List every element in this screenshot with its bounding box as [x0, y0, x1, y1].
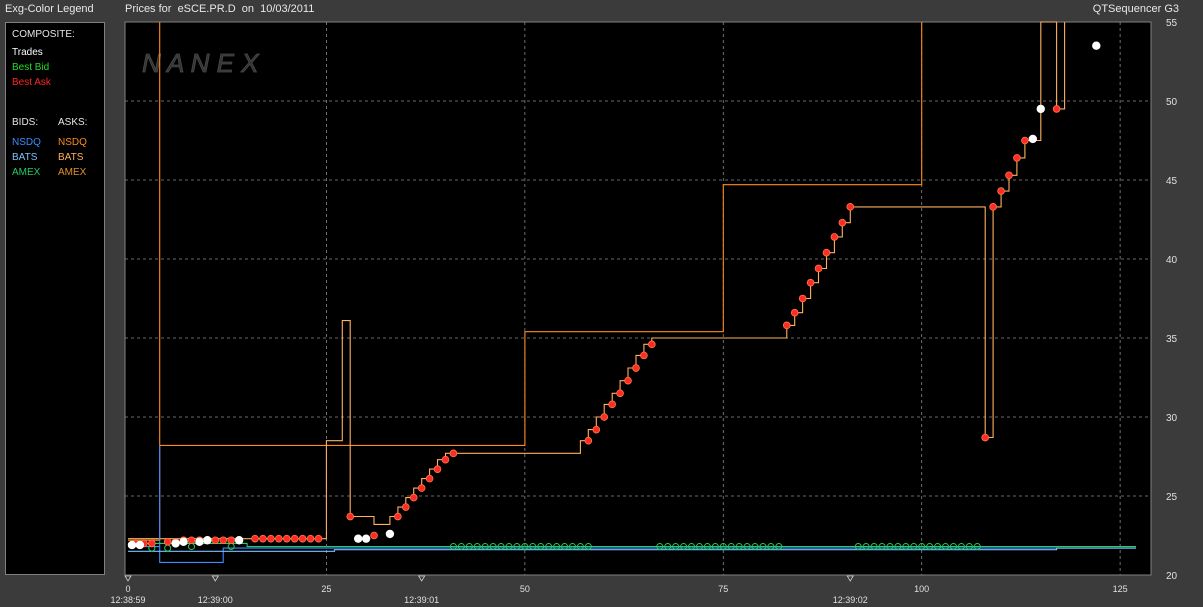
best-ask-marker	[433, 465, 442, 473]
best-ask-marker	[997, 187, 1005, 195]
y-tick-label: 20	[1166, 571, 1178, 582]
best-ask-marker	[290, 534, 299, 543]
best-ask-marker	[441, 455, 450, 464]
best-ask-marker	[632, 364, 640, 372]
y-tick-label: 30	[1166, 413, 1178, 424]
trade-marker	[1092, 41, 1101, 50]
best-ask-marker	[449, 449, 458, 458]
time-tick-marker	[124, 575, 132, 582]
trade-marker	[361, 534, 371, 543]
trade-marker	[127, 540, 137, 550]
trade-marker	[385, 529, 395, 539]
best-ask-marker	[148, 539, 156, 548]
best-ask-marker	[822, 248, 831, 257]
best-ask-marker	[648, 340, 656, 349]
trade-marker	[1028, 134, 1038, 144]
plot-background	[124, 21, 1152, 576]
best-ask-marker	[401, 503, 410, 511]
trade-marker	[179, 537, 188, 547]
trade-marker	[171, 539, 180, 548]
time-label: 12:39:00	[198, 595, 233, 605]
best-ask-marker	[640, 351, 648, 360]
best-ask-marker	[1052, 105, 1061, 113]
best-ask-marker	[989, 203, 997, 211]
trade-marker	[195, 537, 204, 547]
best-ask-marker	[417, 484, 426, 492]
best-ask-marker	[981, 433, 989, 442]
price-chart: N A N E X 20253035404550550 25 50 75 100 1251…	[110, 18, 1178, 605]
time-label: 12:39:01	[404, 595, 439, 605]
x-tick-label: 50	[520, 584, 530, 594]
best-ask-marker	[163, 538, 172, 546]
y-tick-label: 45	[1166, 176, 1178, 187]
best-ask-marker	[267, 534, 275, 543]
best-ask-marker	[798, 294, 807, 303]
best-ask-marker	[251, 534, 259, 543]
best-ask-marker	[616, 389, 624, 398]
trade-marker	[353, 534, 363, 543]
best-ask-marker	[838, 218, 847, 227]
time-tick-marker	[211, 575, 220, 582]
y-tick-label: 50	[1166, 97, 1178, 108]
best-ask-marker	[806, 278, 815, 287]
best-ask-marker	[790, 308, 799, 317]
best-ask-marker	[227, 536, 235, 545]
best-ask-marker	[275, 534, 283, 543]
best-ask-marker	[219, 536, 228, 545]
x-tick-label: 0	[125, 584, 130, 594]
x-tick-label: 25	[321, 584, 331, 594]
x-tick-label: 125	[1113, 584, 1128, 594]
best-ask-marker	[584, 436, 593, 445]
best-ask-marker	[1021, 136, 1029, 145]
best-ask-marker	[314, 534, 323, 543]
y-tick-label: 25	[1166, 492, 1178, 503]
best-ask-marker	[1005, 171, 1013, 180]
best-ask-marker	[846, 203, 855, 211]
trade-marker	[203, 536, 212, 545]
trade-marker	[1036, 104, 1045, 114]
trade-marker	[234, 536, 244, 545]
y-tick-label: 40	[1166, 255, 1178, 266]
time-label: 12:38:59	[110, 595, 145, 605]
time-tick-marker	[846, 575, 854, 582]
best-ask-marker	[346, 512, 355, 521]
best-ask-marker	[187, 536, 196, 545]
best-ask-marker	[624, 376, 632, 385]
best-ask-marker	[282, 534, 291, 543]
best-ask-marker	[592, 425, 601, 434]
best-ask-marker	[370, 531, 378, 540]
best-ask-marker	[830, 233, 839, 241]
best-ask-marker	[425, 474, 434, 483]
best-ask-marker	[211, 536, 220, 545]
y-tick-label: 55	[1166, 18, 1178, 29]
best-ask-marker	[600, 413, 609, 421]
best-ask-marker	[394, 512, 402, 521]
best-ask-marker	[782, 321, 791, 330]
best-ask-marker	[409, 493, 418, 502]
best-ask-marker	[259, 534, 267, 543]
y-tick-label: 35	[1166, 334, 1178, 345]
best-ask-marker	[608, 400, 616, 409]
x-tick-label: 100	[914, 584, 929, 594]
time-label: 12:39:02	[833, 595, 868, 605]
x-tick-label: 75	[718, 584, 728, 594]
best-ask-marker	[298, 534, 307, 543]
best-ask-marker	[814, 264, 823, 273]
trade-marker	[135, 540, 145, 550]
best-ask-marker	[306, 534, 315, 543]
best-ask-marker	[1013, 154, 1021, 162]
time-tick-marker	[417, 575, 426, 582]
